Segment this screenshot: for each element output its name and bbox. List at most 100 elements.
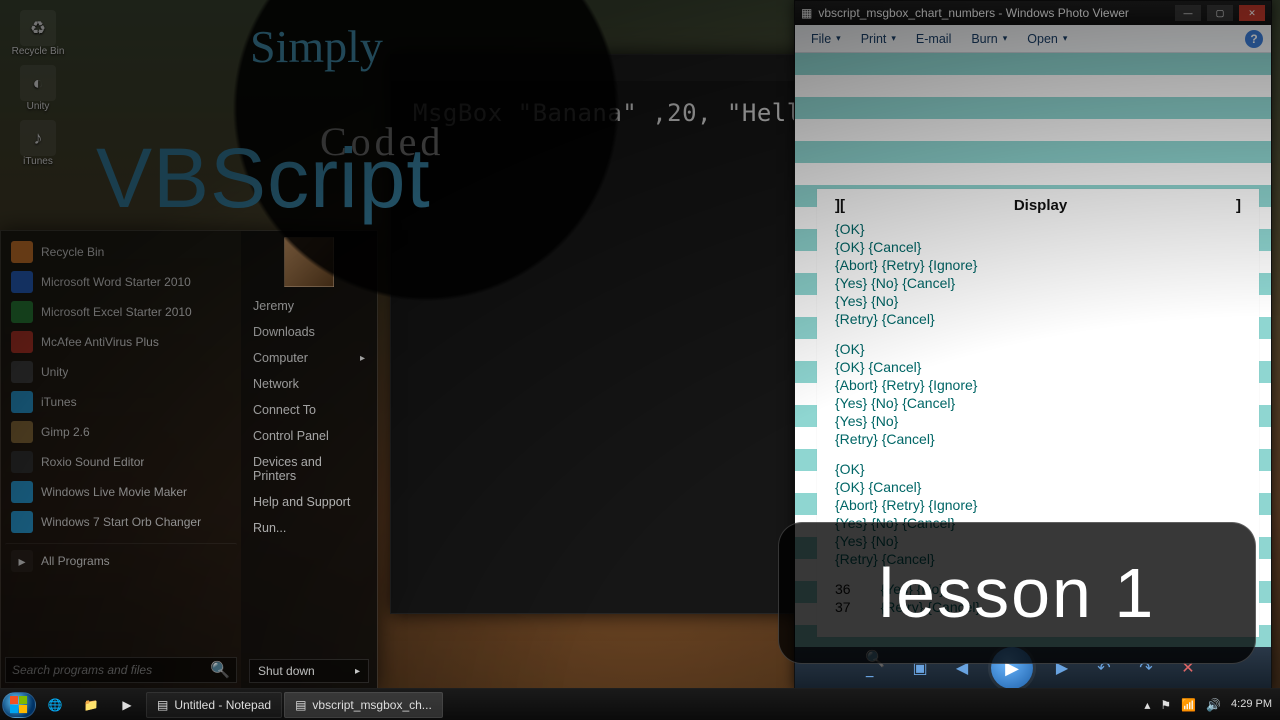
start-menu-program[interactable]: Roxio Sound Editor	[5, 447, 237, 477]
program-label: McAfee AntiVirus Plus	[41, 335, 159, 349]
menu-email[interactable]: E-mail	[908, 29, 959, 49]
start-menu-program[interactable]: Recycle Bin	[5, 237, 237, 267]
chart-row: {Yes} {No} {Cancel}	[829, 394, 1247, 412]
desktop-icon-itunes[interactable]: ♪ iTunes	[8, 120, 68, 167]
program-icon	[11, 511, 33, 533]
desktop-icon-recycle-bin[interactable]: ♻ Recycle Bin	[8, 10, 68, 57]
start-menu-right-item[interactable]: Jeremy	[249, 293, 369, 319]
next-image-icon[interactable]: ▶	[1049, 655, 1075, 681]
program-icon	[11, 301, 33, 323]
task-label: Untitled - Notepad	[174, 698, 271, 712]
chart-image: ][ Display ] {OK}{OK} {Cancel}{Abort} {R…	[817, 189, 1259, 637]
program-icon	[11, 241, 33, 263]
photo-viewer-controls: 🔍− ▣ ◀ ▶ ▶ ↶ ↷ ✕	[795, 647, 1271, 689]
start-menu-program[interactable]: iTunes	[5, 387, 237, 417]
chart-row: {Yes} {No} {Cancel}	[829, 514, 1247, 532]
start-menu-program-list: Recycle BinMicrosoft Word Starter 2010Mi…	[1, 231, 241, 689]
zoom-out-icon[interactable]: 🔍−	[865, 655, 891, 681]
chart-row: {Yes} {No}	[829, 292, 1247, 310]
action-center-icon[interactable]: ⚑	[1160, 698, 1171, 712]
program-label: Roxio Sound Editor	[41, 455, 144, 469]
chart-row: {Yes} {No} {Cancel}	[829, 274, 1247, 292]
taskbar-pin-media[interactable]: ▶	[110, 692, 144, 718]
start-menu-program[interactable]: Windows 7 Start Orb Changer	[5, 507, 237, 537]
start-menu-search[interactable]: 🔍	[5, 657, 237, 683]
photo-viewer-titlebar[interactable]: ▦ vbscript_msgbox_chart_numbers - Window…	[795, 1, 1271, 25]
all-programs-label: All Programs	[41, 554, 110, 568]
fit-icon[interactable]: ▣	[907, 655, 933, 681]
task-icon: ▤	[295, 698, 306, 712]
system-tray: ▴ ⚑ 📶 🔊 4:29 PM	[1144, 698, 1278, 712]
chart-row: {OK}	[829, 460, 1247, 478]
minimize-button[interactable]: —	[1175, 5, 1201, 21]
prev-image-icon[interactable]: ◀	[949, 655, 975, 681]
volume-icon[interactable]: 🔊	[1206, 698, 1221, 712]
start-button[interactable]	[2, 692, 36, 718]
slideshow-button[interactable]: ▶	[991, 647, 1033, 689]
windows-logo-icon	[10, 696, 28, 714]
start-menu-program[interactable]: Windows Live Movie Maker	[5, 477, 237, 507]
desktop-icons: ♻ Recycle Bin ◐ Unity ♪ iTunes	[8, 10, 68, 167]
photo-viewer-menubar: File Print E-mail Burn Open ?	[795, 25, 1271, 53]
chart-row: 36{Yes} {No}	[829, 580, 1247, 598]
rotate-ccw-icon[interactable]: ↶	[1091, 655, 1117, 681]
menu-open[interactable]: Open	[1019, 29, 1075, 49]
right-item-label: Computer	[253, 351, 308, 365]
delete-icon[interactable]: ✕	[1175, 655, 1201, 681]
chart-header-right: ]	[1236, 197, 1241, 214]
task-icon: ▤	[157, 698, 168, 712]
menu-print[interactable]: Print	[853, 29, 904, 49]
desktop-icon-unity[interactable]: ◐ Unity	[8, 65, 68, 112]
program-icon	[11, 361, 33, 383]
recycle-bin-icon: ♻	[20, 10, 56, 46]
start-menu-right-item[interactable]: Network	[249, 371, 369, 397]
chart-row: {OK} {Cancel}	[829, 358, 1247, 376]
start-menu-right-item[interactable]: Control Panel	[249, 423, 369, 449]
chart-rows: {OK}{OK} {Cancel}{Abort} {Retry} {Ignore…	[829, 220, 1247, 616]
taskbar-task[interactable]: ▤ Untitled - Notepad	[146, 692, 282, 718]
taskbar-clock[interactable]: 4:29 PM	[1231, 699, 1272, 710]
program-label: iTunes	[41, 395, 77, 409]
right-item-label: Downloads	[253, 325, 315, 339]
chart-row: {OK}	[829, 340, 1247, 358]
help-icon[interactable]: ?	[1245, 30, 1263, 48]
chart-header-mid: Display	[1014, 197, 1067, 214]
tray-up-icon[interactable]: ▴	[1144, 698, 1150, 712]
user-picture[interactable]	[284, 237, 334, 287]
photo-viewer-window[interactable]: ▦ vbscript_msgbox_chart_numbers - Window…	[794, 0, 1272, 690]
shutdown-button[interactable]: Shut down ▸	[249, 659, 369, 683]
start-menu-program[interactable]: Microsoft Word Starter 2010	[5, 267, 237, 297]
start-menu-program[interactable]: Microsoft Excel Starter 2010	[5, 297, 237, 327]
all-programs[interactable]: ▸ All Programs	[5, 543, 237, 576]
chevron-right-icon: ▸	[360, 353, 365, 364]
start-menu-program[interactable]: Gimp 2.6	[5, 417, 237, 447]
chevron-right-icon[interactable]: ▸	[355, 666, 360, 677]
close-button[interactable]: ✕	[1239, 5, 1265, 21]
taskbar-pin-explorer[interactable]: 📁	[74, 692, 108, 718]
taskbar: 🌐 📁 ▶ ▤ Untitled - Notepad ▤ vbscript_msgbo…	[0, 688, 1280, 720]
program-label: Windows 7 Start Orb Changer	[41, 515, 201, 529]
start-menu-right-item[interactable]: Devices and Printers	[249, 449, 369, 489]
shutdown-label: Shut down	[258, 664, 315, 678]
start-menu-right-item[interactable]: Computer ▸	[249, 345, 369, 371]
chart-header-left: ][	[835, 197, 845, 214]
taskbar-pin-browser[interactable]: 🌐	[38, 692, 72, 718]
start-menu-right-item[interactable]: Downloads	[249, 319, 369, 345]
menu-file[interactable]: File	[803, 29, 849, 49]
start-menu-program[interactable]: Unity	[5, 357, 237, 387]
start-menu-right-item[interactable]: Help and Support	[249, 489, 369, 515]
chart-row: {Abort} {Retry} {Ignore}	[829, 256, 1247, 274]
menu-burn[interactable]: Burn	[963, 29, 1015, 49]
task-label: vbscript_msgbox_ch...	[312, 698, 431, 712]
desktop-icon-label: Recycle Bin	[12, 46, 65, 57]
search-input[interactable]	[12, 663, 204, 677]
chart-row: {OK} {Cancel}	[829, 478, 1247, 496]
rotate-cw-icon[interactable]: ↷	[1133, 655, 1159, 681]
taskbar-task[interactable]: ▤ vbscript_msgbox_ch...	[284, 692, 443, 718]
network-icon[interactable]: 📶	[1181, 698, 1196, 712]
start-menu-right-item[interactable]: Run...	[249, 515, 369, 541]
start-menu-program[interactable]: McAfee AntiVirus Plus	[5, 327, 237, 357]
start-menu-right-item[interactable]: Connect To	[249, 397, 369, 423]
right-item-label: Jeremy	[253, 299, 294, 313]
maximize-button[interactable]: ▢	[1207, 5, 1233, 21]
